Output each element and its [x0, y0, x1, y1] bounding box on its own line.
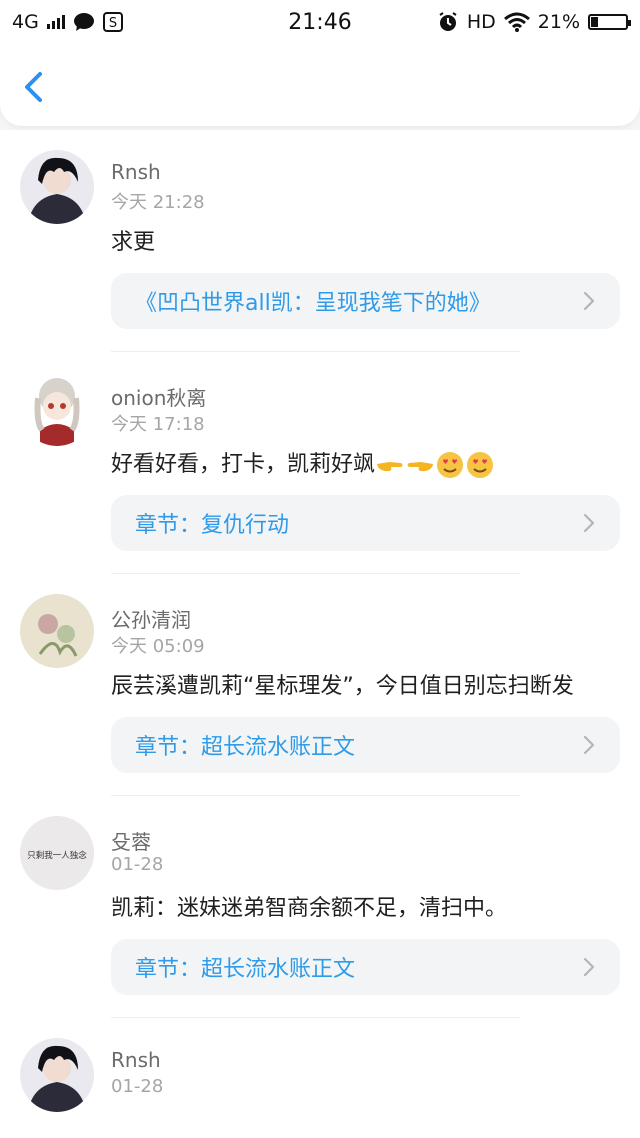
message-icon	[73, 13, 94, 31]
comment-text-content: 好看好看，打卡，凯莉好飒	[111, 452, 376, 477]
network-type: 4G	[12, 11, 39, 33]
signal-icon	[46, 15, 65, 29]
reference-card[interactable]: 《凹凸世界all凯：呈现我笔下的她》	[111, 273, 620, 329]
username[interactable]: 公孙清润	[111, 604, 191, 633]
comment-text-content: 辰芸溪遭凯莉“星标理发”，今日值日别忘扫断发	[111, 674, 574, 699]
comment-item: onion秋离 今天 17:18 好看好看，打卡，凯莉好飒 章节：复仇行动	[0, 352, 640, 574]
heart-eyes-emoji	[437, 452, 464, 478]
chevron-right-icon	[583, 291, 595, 311]
comment-item: Rnsh 01-28	[0, 1018, 640, 1112]
comment-time: 今天 05:09	[111, 636, 205, 657]
chevron-right-icon	[583, 957, 595, 977]
status-right: HD 21%	[437, 11, 631, 33]
avatar-handwriting: 只剩我一人独念	[27, 850, 87, 861]
pointing-right-emoji	[377, 462, 403, 472]
comment-item: 公孙清润 今天 05:09 辰芸溪遭凯莉“星标理发”，今日值日别忘扫断发 章节：…	[0, 574, 640, 796]
hd-label: HD	[466, 11, 496, 33]
comment-text: 凯莉：迷妹迷弟智商余额不足，清扫中。	[111, 816, 610, 925]
wifi-icon	[503, 12, 530, 32]
comment-time: 今天 17:18	[111, 414, 205, 435]
comment-text-content: 凯莉：迷妹迷弟智商余额不足，清扫中。	[111, 896, 508, 921]
avatar[interactable]	[20, 1038, 94, 1112]
reference-text: 章节：超长流水账正文	[135, 957, 356, 982]
chevron-right-icon	[583, 735, 595, 755]
comment-list: Rnsh 今天 21:28 求更 《凹凸世界all凯：呈现我笔下的她》 onio…	[0, 130, 640, 1138]
svg-text:S: S	[109, 16, 117, 31]
username[interactable]: Rnsh	[111, 1048, 161, 1072]
comment-time: 今天 21:28	[111, 192, 205, 213]
username[interactable]: 殳蓉	[111, 826, 151, 855]
comment-time: 01-28	[111, 854, 164, 875]
chevron-left-icon[interactable]	[18, 70, 52, 104]
comment-item: 只剩我一人独念 殳蓉 01-28 凯莉：迷妹迷弟智商余额不足，清扫中。 章节：超…	[0, 796, 640, 1018]
alarm-icon	[439, 12, 457, 31]
comment-item: Rnsh 今天 21:28 求更 《凹凸世界all凯：呈现我笔下的她》	[0, 130, 640, 352]
battery-percent: 21%	[537, 11, 580, 33]
battery-icon	[588, 14, 631, 30]
reference-text: 章节：复仇行动	[135, 513, 290, 538]
s-app-icon: S	[102, 12, 123, 32]
pointing-left-emoji	[407, 462, 434, 472]
avatar[interactable]	[20, 594, 94, 668]
comment-text-content: 求更	[111, 230, 156, 255]
username[interactable]: onion秋离	[111, 382, 206, 411]
heart-eyes-emoji	[467, 452, 494, 478]
reference-card[interactable]: 章节：超长流水账正文	[111, 717, 620, 773]
avatar[interactable]: 只剩我一人独念	[20, 816, 94, 890]
username[interactable]: Rnsh	[111, 160, 161, 184]
reference-text: 章节：超长流水账正文	[135, 735, 356, 760]
chevron-right-icon	[583, 513, 595, 533]
avatar[interactable]	[20, 372, 94, 446]
status-left: 4G S	[12, 11, 123, 33]
avatar[interactable]	[20, 150, 94, 224]
reference-card[interactable]: 章节：超长流水账正文	[111, 939, 620, 995]
status-bar: 4G S 21:46 HD 21%	[0, 0, 640, 44]
nav-bar	[0, 44, 640, 126]
reference-text: 《凹凸世界all凯：呈现我笔下的她》	[135, 291, 491, 316]
comment-time: 01-28	[111, 1076, 164, 1097]
reference-card[interactable]: 章节：复仇行动	[111, 495, 620, 551]
